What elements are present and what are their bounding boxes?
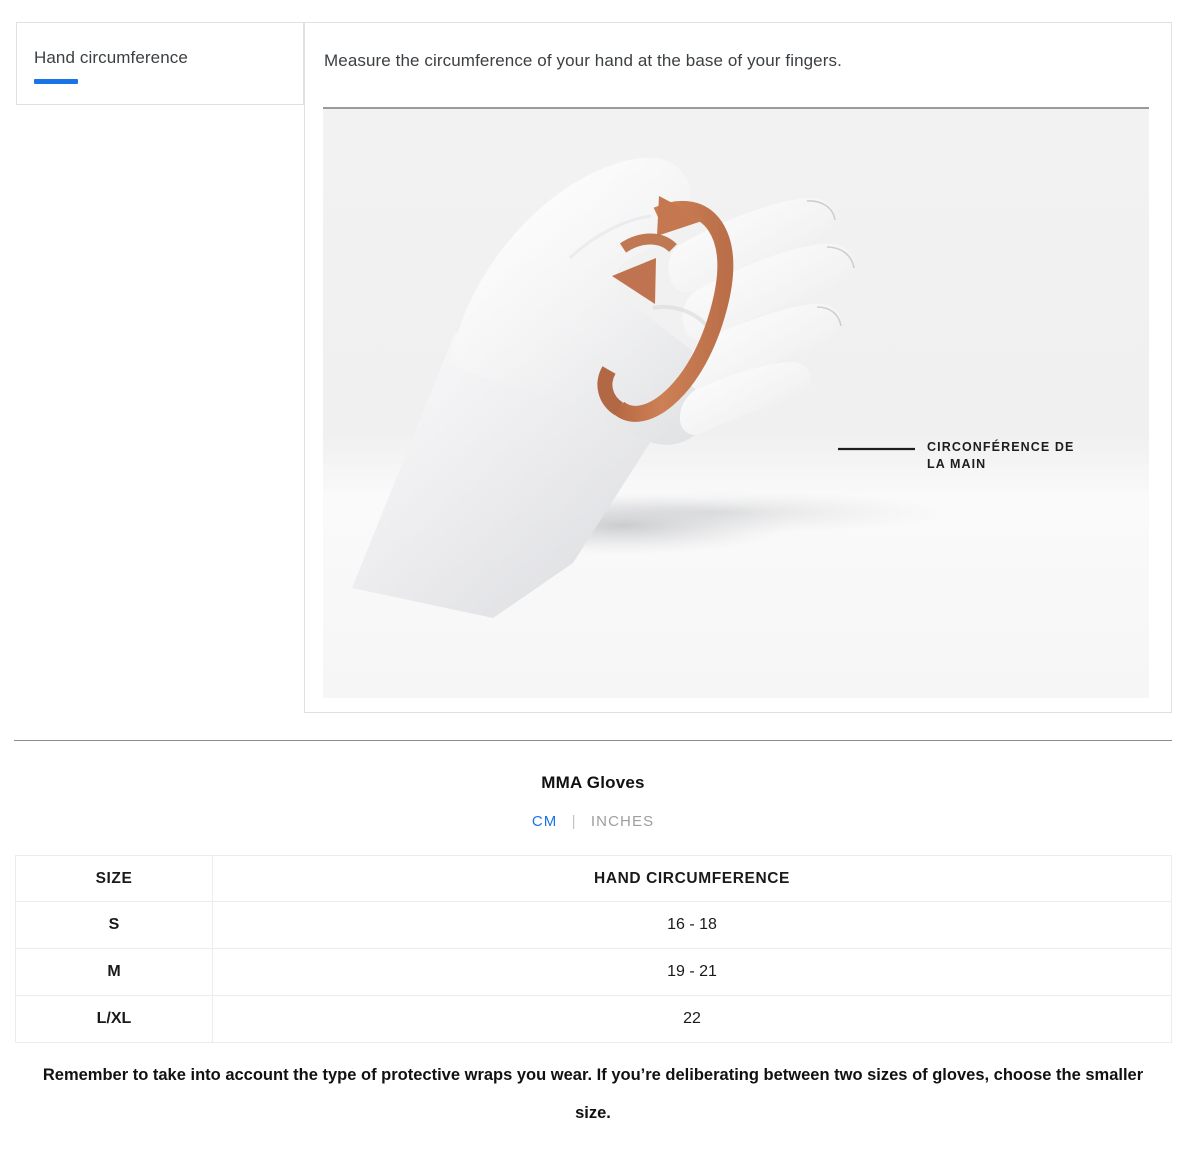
size-chart-table: SIZE HAND CIRCUMFERENCE S 16 - 18 M 19 -…: [15, 855, 1172, 1043]
size-guide-page: Hand circumference Measure the circumfer…: [0, 0, 1186, 1155]
cell-size: L/XL: [15, 995, 213, 1043]
unit-separator: |: [571, 813, 577, 830]
illustration-caption: CIRCONFÉRENCE DE LA MAIN: [927, 439, 1127, 473]
hand-illustration-svg: [323, 109, 1149, 698]
unit-toggle: CM | INCHES: [0, 813, 1186, 830]
illustration-caption-line1: CIRCONFÉRENCE DE: [927, 440, 1075, 454]
cell-hand-circumference: 19 - 21: [212, 948, 1172, 996]
size-chart-block: MMA Gloves CM | INCHES SIZE HAND CIRCUMF…: [0, 741, 1186, 1122]
measurement-section: Hand circumference Measure the circumfer…: [0, 0, 1186, 741]
tab-hand-circumference[interactable]: Hand circumference: [17, 23, 303, 104]
size-chart-title: MMA Gloves: [541, 773, 645, 792]
table-row: M 19 - 21: [15, 948, 1172, 996]
measurement-content-panel: Measure the circumference of your hand a…: [304, 22, 1172, 713]
column-header-hand-circumference: HAND CIRCUMFERENCE: [212, 855, 1172, 902]
column-header-size: SIZE: [15, 855, 213, 902]
size-chart-footnote: Remember to take into account the type o…: [42, 1066, 1144, 1122]
unit-option-cm[interactable]: CM: [532, 813, 558, 830]
table-header-row: SIZE HAND CIRCUMFERENCE: [15, 855, 1172, 902]
table-row: S 16 - 18: [15, 901, 1172, 949]
cell-hand-circumference: 22: [212, 995, 1172, 1043]
tab-active-indicator: [34, 79, 78, 84]
hand-circumference-illustration: CIRCONFÉRENCE DE LA MAIN: [323, 107, 1149, 698]
tab-hand-circumference-label: Hand circumference: [34, 48, 188, 67]
cell-hand-circumference: 16 - 18: [212, 901, 1172, 949]
cell-size: S: [15, 901, 213, 949]
cell-size: M: [15, 948, 213, 996]
unit-option-inches[interactable]: INCHES: [591, 813, 654, 830]
measurement-description: Measure the circumference of your hand a…: [324, 51, 842, 70]
illustration-caption-line2: LA MAIN: [927, 457, 987, 471]
measurement-tab-rail: Hand circumference: [16, 22, 304, 105]
table-row: L/XL 22: [15, 995, 1172, 1043]
